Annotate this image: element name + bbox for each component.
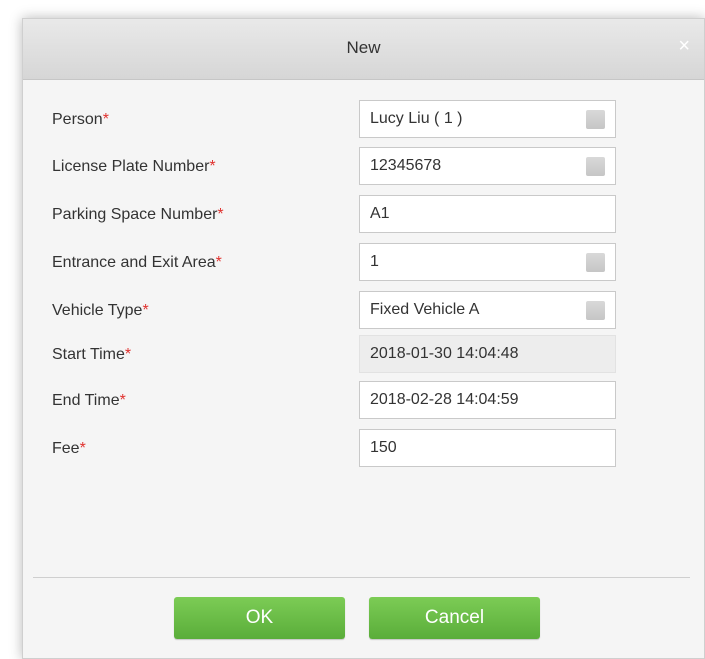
footer-divider [33,577,690,578]
form-row-entrance-exit-area: Entrance and Exit Area* 1 [23,243,704,281]
required-marker: * [142,302,149,319]
form-row-parking-space: Parking Space Number* A1 [23,195,704,233]
dropdown-icon[interactable] [586,110,605,129]
form-row-vehicle-type: Vehicle Type* Fixed Vehicle A [23,291,704,329]
required-marker: * [217,206,224,223]
dropdown-icon[interactable] [586,157,605,176]
cancel-button[interactable]: Cancel [369,597,540,639]
required-marker: * [119,392,126,409]
person-value: Lucy Liu ( 1 ) [370,110,463,127]
close-icon[interactable]: × [678,36,690,56]
fee-value: 150 [370,439,397,456]
person-select[interactable]: Lucy Liu ( 1 ) [359,100,616,138]
license-plate-select[interactable]: 12345678 [359,147,616,185]
start-time-label: Start Time* [52,346,132,363]
form-row-license-plate: License Plate Number* 12345678 [23,147,704,185]
form-row-person: Person* Lucy Liu ( 1 ) [23,100,704,138]
entrance-exit-area-value: 1 [370,253,379,270]
parking-space-input[interactable]: A1 [359,195,616,233]
end-time-input[interactable]: 2018-02-28 14:04:59 [359,381,616,419]
parking-space-label: Parking Space Number* [52,206,224,223]
required-marker: * [79,440,86,457]
ok-button[interactable]: OK [174,597,345,639]
dialog-titlebar[interactable]: New × [23,19,704,80]
license-plate-value: 12345678 [370,157,442,174]
vehicle-type-select[interactable]: Fixed Vehicle A [359,291,616,329]
end-time-value: 2018-02-28 14:04:59 [370,391,519,408]
license-plate-label: License Plate Number* [52,158,216,175]
required-marker: * [124,346,132,363]
form-row-start-time: Start Time* 2018-01-30 14:04:48 [23,335,704,373]
dropdown-icon[interactable] [586,301,605,320]
required-marker: * [102,111,109,128]
entrance-exit-area-select[interactable]: 1 [359,243,616,281]
dropdown-icon[interactable] [586,253,605,272]
fee-label: Fee* [52,440,86,457]
required-marker: * [209,158,216,175]
start-time-field: 2018-01-30 14:04:48 [359,335,616,373]
form-row-end-time: End Time* 2018-02-28 14:04:59 [23,381,704,419]
new-vehicle-dialog: New × Person* Lucy Liu ( 1 ) License Pla… [22,18,705,659]
fee-input[interactable]: 150 [359,429,616,467]
form-row-fee: Fee* 150 [23,429,704,467]
vehicle-type-value: Fixed Vehicle A [370,301,480,318]
parking-space-value: A1 [370,205,390,222]
person-label: Person* [52,111,109,128]
vehicle-type-label: Vehicle Type* [52,302,149,319]
required-marker: * [215,254,222,271]
entrance-exit-area-label: Entrance and Exit Area* [52,254,222,271]
end-time-label: End Time* [52,392,126,409]
start-time-value: 2018-01-30 14:04:48 [370,345,519,362]
dialog-title: New [346,38,381,57]
